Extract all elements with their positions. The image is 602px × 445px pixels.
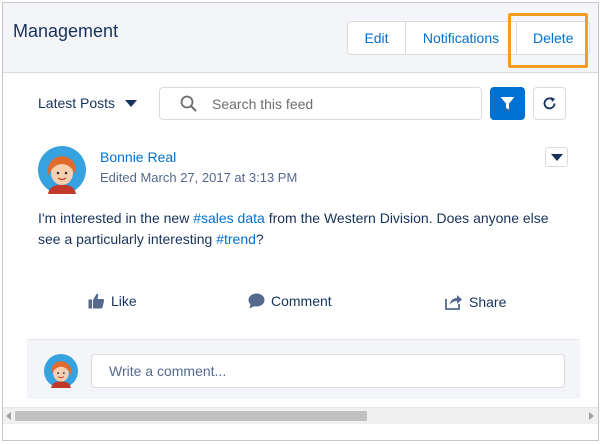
edit-button[interactable]: Edit — [348, 22, 406, 54]
share-label: Share — [469, 293, 507, 310]
comment-composer — [27, 339, 580, 399]
chevron-down-icon — [550, 153, 563, 161]
feed-toolbar: Latest Posts — [3, 73, 598, 133]
page-title: Management — [13, 21, 119, 41]
header-button-group: Edit Notifications Delete — [347, 21, 590, 55]
sort-label: Latest Posts — [38, 95, 116, 111]
hashtag-link[interactable]: #sales data — [193, 210, 265, 226]
post-text: I'm interested in the new — [38, 210, 194, 226]
feed-panel: Management Edit Notifications Delete Lat… — [2, 2, 599, 441]
refresh-icon — [543, 97, 556, 110]
post-author-link[interactable]: Bonnie Real — [100, 149, 176, 165]
like-label: Like — [111, 293, 137, 309]
panel-header: Management Edit Notifications Delete — [3, 3, 598, 73]
scroll-right-icon[interactable] — [589, 412, 594, 420]
scroll-left-icon[interactable] — [6, 412, 11, 420]
filter-icon — [500, 97, 515, 110]
comment-icon — [248, 293, 265, 309]
search-box — [159, 87, 482, 120]
scrollbar-thumb[interactable] — [15, 411, 367, 421]
search-icon — [180, 95, 197, 117]
avatar — [44, 354, 78, 388]
post-timestamp: Edited March 27, 2017 at 3:13 PM — [100, 170, 298, 185]
refresh-button[interactable] — [533, 87, 566, 120]
post-actions: Like Comment Share — [3, 293, 598, 317]
search-input[interactable] — [210, 88, 470, 119]
comment-input[interactable] — [91, 354, 565, 388]
like-button[interactable]: Like — [88, 293, 137, 309]
like-icon — [88, 293, 105, 309]
filter-button[interactable] — [490, 87, 525, 120]
sort-dropdown[interactable]: Latest Posts — [38, 95, 138, 111]
notifications-button[interactable]: Notifications — [406, 22, 517, 54]
share-icon — [445, 295, 462, 310]
delete-button[interactable]: Delete — [517, 22, 589, 54]
comment-button[interactable]: Comment — [248, 293, 332, 309]
comment-label: Comment — [271, 293, 332, 309]
post-menu-button[interactable] — [545, 147, 568, 167]
chevron-down-icon — [125, 99, 138, 107]
horizontal-scrollbar[interactable] — [3, 407, 598, 424]
avatar[interactable] — [38, 146, 86, 194]
post-body: I'm interested in the new #sales data fr… — [38, 208, 558, 250]
hashtag-link[interactable]: #trend — [216, 231, 256, 247]
post-text: ? — [255, 231, 264, 247]
share-button[interactable]: Share — [445, 293, 506, 310]
